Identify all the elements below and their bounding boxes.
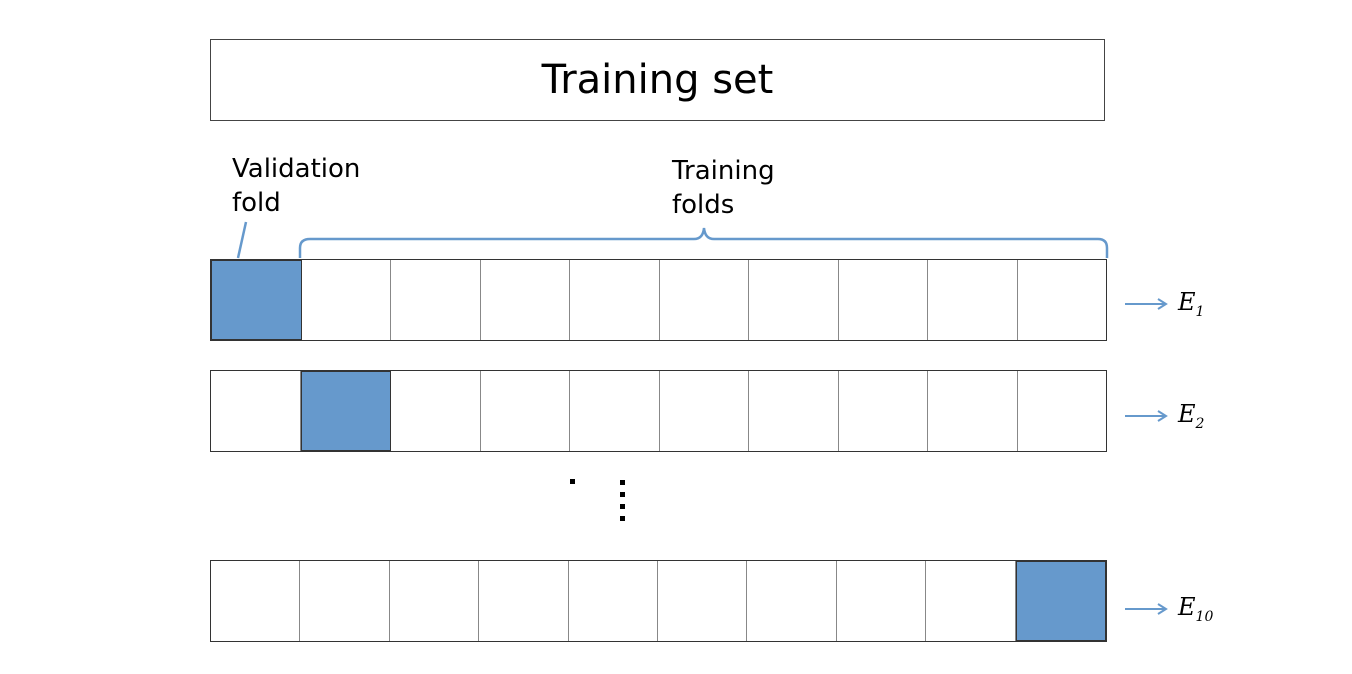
training-fold-cell [568,561,659,641]
ellipsis-dot [570,479,575,484]
training-fold-cell [1017,260,1106,340]
result-e10: E10 [1124,593,1213,625]
validation-fold-cell [300,371,391,451]
vertical-ellipsis-dot [620,504,625,509]
validation-fold-cell [1015,561,1107,641]
fold-row-10 [210,560,1107,642]
training-fold-cell [659,260,749,340]
arrow-right-icon [1125,410,1168,422]
training-fold-cell [659,371,749,451]
vertical-ellipsis-dot [620,480,625,485]
result-e2: E2 [1124,400,1204,432]
training-folds-brace [298,227,1109,258]
vertical-ellipsis-dot [620,492,625,497]
result-e1: E1 [1124,288,1204,320]
training-fold-cell [570,260,660,340]
training-fold-cell [480,371,570,451]
training-fold-cell [838,260,928,340]
training-fold-cell [928,260,1018,340]
training-fold-cell [389,561,480,641]
training-fold-cell [211,561,301,641]
training-fold-cell [301,260,391,340]
training-fold-cell [479,561,569,641]
training-fold-cell [480,260,570,340]
fold-row-1 [210,259,1107,341]
fold-row-2 [210,370,1107,452]
training-fold-cell [749,371,839,451]
arrow-right-icon [1125,298,1168,310]
vertical-ellipsis-dot [620,516,625,521]
training-fold-cell [747,561,837,641]
training-fold-cell [391,260,481,340]
validation-fold-cell [211,260,302,340]
arrow-right-icon [1125,603,1168,615]
training-fold-cell [926,561,1016,641]
training-fold-cell [1017,371,1106,451]
validation-pointer-line [236,221,248,259]
training-fold-cell [300,561,390,641]
training-fold-cell [838,371,928,451]
training-fold-cell [391,371,481,451]
error-label: E10 [1178,593,1214,625]
error-label: E2 [1178,400,1205,432]
error-label: E1 [1178,288,1205,320]
training-fold-cell [749,260,839,340]
training-fold-cell [928,371,1018,451]
training-fold-cell [211,371,301,451]
training-fold-cell [836,561,927,641]
training-fold-cell [658,561,748,641]
training-fold-cell [570,371,660,451]
